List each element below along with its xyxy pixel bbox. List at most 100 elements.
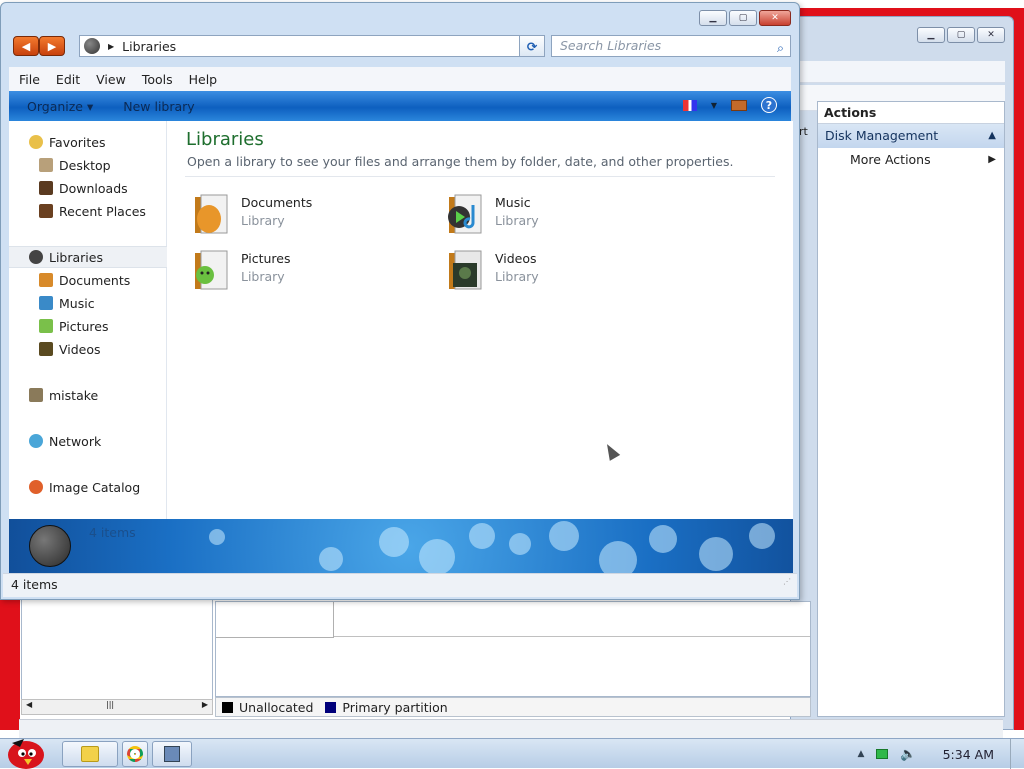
chrome-icon [127,746,143,762]
resize-grip-icon[interactable]: ⋰ [783,571,791,593]
taskbar-chrome-button[interactable] [122,741,148,767]
menu-edit[interactable]: Edit [56,72,80,87]
nav-desktop[interactable]: Desktop [9,154,167,176]
actions-header: Actions [818,102,1004,124]
nav-downloads[interactable]: Downloads [9,177,167,199]
nav-documents[interactable]: Documents [9,269,167,291]
page-subtitle: Open a library to see your files and arr… [187,154,733,169]
library-name: Pictures [241,251,291,266]
search-icon[interactable]: ⌕ [777,38,784,58]
menu-file[interactable]: File [19,72,40,87]
nav-label: Downloads [59,181,128,196]
image-catalog-icon [29,480,43,494]
preview-pane-icon[interactable] [731,100,747,111]
nav-label: Network [49,434,101,449]
action-disk-management[interactable]: Disk Management ▲ [818,124,1004,148]
disk-graphical-view[interactable] [215,601,811,697]
explorer-window[interactable]: ▁ ▢ ✕ ◀ ▶ ▶ Libraries ▼ ⟳ Search Librari… [0,2,800,600]
decor [379,527,409,557]
submenu-arrow-icon: ▶ [988,148,996,172]
view-dropdown-icon[interactable]: ▼ [711,101,717,110]
partition-legend: Unallocated Primary partition [215,697,811,717]
refresh-button[interactable]: ⟳ [519,35,545,57]
breadcrumb-arrow-icon[interactable]: ▶ [108,42,114,51]
minimize-button[interactable]: ▁ [699,10,727,26]
decor [749,523,775,549]
new-library-button[interactable]: New library [123,99,194,114]
unallocated-swatch [222,702,233,713]
minimize-button[interactable]: ▁ [917,27,945,43]
library-videos[interactable]: Videos Library [441,247,671,297]
menu-bar: File Edit View Tools Help [9,67,791,91]
scroll-grip-icon[interactable]: ||| [106,700,114,709]
library-type: Library [241,269,285,284]
maximize-button[interactable]: ▢ [729,10,757,26]
nav-label: Desktop [59,158,111,173]
nav-label: Favorites [49,135,105,150]
address-bar[interactable]: ▶ Libraries ▼ [79,35,545,57]
scroll-right-icon[interactable]: ▶ [202,700,208,709]
content-area[interactable]: Libraries Open a library to see your fil… [167,121,793,519]
disk-management-window[interactable]: ▁ ▢ ✕ rt Actions Disk Management ▲ More … [790,16,1014,730]
nav-music[interactable]: Music [9,292,167,314]
volume-icon[interactable]: 🔈 [900,747,916,762]
decor [209,529,225,545]
nav-label: Videos [59,342,101,357]
breadcrumb[interactable]: Libraries [122,39,176,54]
details-count: 4 items [89,525,136,540]
desktop-icon [39,158,53,172]
library-documents[interactable]: Documents Library [187,191,417,241]
forward-button[interactable]: ▶ [39,36,65,56]
nav-libraries[interactable]: Libraries [9,246,167,268]
taskbar: ▲ 🔈 5:34 AM [0,738,1024,768]
libraries-icon [29,250,43,264]
library-pictures[interactable]: Pictures Library [187,247,417,297]
recent-places-icon [39,204,53,218]
menu-tools[interactable]: Tools [142,72,173,87]
nav-pictures[interactable]: Pictures [9,315,167,337]
decor [419,539,455,573]
close-button[interactable]: ✕ [759,10,791,26]
nav-label: Documents [59,273,130,288]
menu-help[interactable]: Help [189,72,218,87]
taskbar-disk-management-button[interactable] [152,741,192,767]
nav-videos[interactable]: Videos [9,338,167,360]
start-button-icon[interactable] [2,733,50,769]
show-desktop-button[interactable] [1010,739,1024,769]
nav-favorites[interactable]: Favorites [9,131,167,153]
star-icon [29,135,43,149]
change-view-icon[interactable] [683,100,697,111]
window-controls: ▁ ▢ ✕ [699,10,791,26]
navigation-row: ◀ ▶ ▶ Libraries ▼ ⟳ Search Libraries ⌕ [9,33,791,59]
library-name: Videos [495,251,537,266]
close-button[interactable]: ✕ [977,27,1005,43]
videos-icon [39,342,53,356]
more-actions-item[interactable]: More Actions ▶ [818,148,1004,172]
clock[interactable]: 5:34 AM [943,747,994,762]
network-icon[interactable] [876,749,888,759]
nav-network[interactable]: Network [9,430,167,452]
library-music[interactable]: Music Library [441,191,671,241]
menu-view[interactable]: View [96,72,126,87]
horizontal-scrollbar[interactable]: ◀ ||| ▶ [21,699,213,715]
nav-homegroup[interactable]: mistake [9,384,167,406]
help-icon[interactable]: ? [761,97,777,113]
maximize-button[interactable]: ▢ [947,27,975,43]
scroll-left-icon[interactable]: ◀ [26,700,32,709]
downloads-icon [39,181,53,195]
divider [185,176,775,177]
search-input[interactable]: Search Libraries ⌕ [551,35,791,57]
primary-swatch [325,702,336,713]
back-button[interactable]: ◀ [13,36,39,56]
command-bar: Organize ▾ New library ▼ ? [9,91,791,121]
status-text: 4 items [11,577,58,592]
libraries-large-icon [29,525,71,567]
taskbar-explorer-button[interactable] [62,741,118,767]
show-hidden-icons-icon[interactable]: ▲ [858,749,865,759]
nav-recent-places[interactable]: Recent Places [9,200,167,222]
collapse-icon[interactable]: ▲ [988,124,996,148]
menu-bar [797,61,1005,83]
nav-image-catalog[interactable]: Image Catalog [9,476,167,498]
organize-button[interactable]: Organize ▾ [27,99,93,114]
nav-label: Image Catalog [49,480,140,495]
